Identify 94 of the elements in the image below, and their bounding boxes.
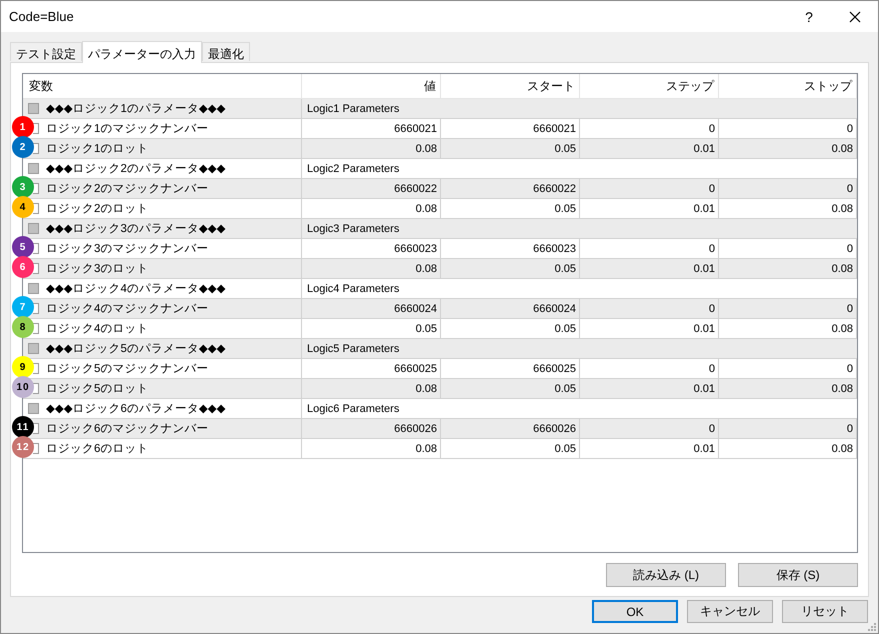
table-cell[interactable]: 0.08	[302, 439, 441, 459]
table-cell[interactable]: 0.05	[441, 379, 580, 399]
parameter-name: ロジック1のマジックナンバー	[46, 122, 208, 136]
parameter-name: ロジック1のロット	[46, 142, 148, 156]
checkbox[interactable]	[33, 443, 39, 454]
number-badge: 6	[12, 256, 34, 278]
table-cell[interactable]: 0.01	[580, 439, 719, 459]
parameter-name: ロジック6のロット	[46, 442, 148, 456]
table-cell[interactable]: 0.05	[441, 139, 580, 159]
table-cell[interactable]: 0.01	[580, 139, 719, 159]
table-cell[interactable]: 0.08	[719, 139, 857, 159]
checkbox[interactable]	[33, 423, 39, 434]
table-cell[interactable]: 0	[719, 299, 857, 319]
group-name: ◆◆◆ロジック4のパラメータ◆◆◆	[46, 282, 226, 296]
number-badge: 9	[12, 356, 34, 378]
parameter-name: ロジック4のロット	[46, 322, 148, 336]
table-cell[interactable]: 0.01	[580, 379, 719, 399]
checkbox[interactable]	[33, 323, 39, 334]
parameter-name: ロジック2のマジックナンバー	[46, 182, 208, 196]
parameter-name: ロジック6のマジックナンバー	[46, 422, 208, 436]
table-cell: Logic5 Parameters	[307, 342, 400, 354]
checkbox[interactable]	[33, 383, 39, 394]
table-cell[interactable]: 0.08	[302, 379, 441, 399]
number-badge: 2	[12, 136, 34, 158]
resize-grip-icon[interactable]	[867, 622, 877, 632]
table-cell: Logic6 Parameters	[307, 402, 400, 414]
table-cell: Logic1 Parameters	[307, 102, 400, 114]
dialog-button[interactable]: リセット	[782, 600, 868, 623]
group-name: ◆◆◆ロジック2のパラメータ◆◆◆	[46, 162, 226, 176]
table-cell[interactable]: 0	[719, 419, 857, 439]
help-button[interactable]: ?	[786, 8, 832, 24]
table-cell[interactable]: 0.08	[719, 439, 857, 459]
checkbox[interactable]	[33, 203, 39, 214]
parameter-name: ロジック2のロット	[46, 202, 148, 216]
table-cell[interactable]: 0	[719, 179, 857, 199]
table-cell[interactable]: 6660026	[302, 419, 441, 439]
parameter-name: ロジック3のマジックナンバー	[46, 242, 208, 256]
number-badge: 7	[12, 296, 34, 318]
tab[interactable]: テスト設定	[10, 42, 82, 61]
number-badge: 8	[12, 316, 34, 338]
table-cell: Logic3 Parameters	[307, 222, 400, 234]
table-cell[interactable]: 0.08	[719, 259, 857, 279]
table-cell[interactable]: 6660024	[302, 299, 441, 319]
number-badge: 12	[12, 436, 34, 458]
table-cell[interactable]: 0.08	[719, 379, 857, 399]
table-cell[interactable]: 0	[580, 299, 719, 319]
checkbox[interactable]	[33, 263, 39, 274]
table-cell[interactable]: 0.01	[580, 259, 719, 279]
tab[interactable]: パラメーターの入力	[82, 41, 202, 63]
checkbox[interactable]	[33, 303, 39, 314]
dialog-button[interactable]: キャンセル	[687, 600, 773, 623]
checkbox[interactable]	[33, 123, 39, 134]
table-cell[interactable]: 6660026	[441, 419, 580, 439]
table-cell[interactable]: 6660024	[441, 299, 580, 319]
group-name: ◆◆◆ロジック6のパラメータ◆◆◆	[46, 402, 226, 416]
parameter-name: ロジック4のマジックナンバー	[46, 302, 208, 316]
checkbox[interactable]	[28, 223, 39, 234]
checkbox[interactable]	[33, 243, 39, 254]
group-name: ◆◆◆ロジック5のパラメータ◆◆◆	[46, 342, 226, 356]
table-cell[interactable]: 0.08	[302, 259, 441, 279]
checkbox[interactable]	[33, 183, 39, 194]
checkbox[interactable]	[28, 403, 39, 414]
checkbox[interactable]	[28, 103, 39, 114]
table-cell[interactable]: 6660022	[302, 179, 441, 199]
parameter-name: ロジック3のロット	[46, 262, 148, 276]
number-badge: 5	[12, 236, 34, 258]
table-cell: Logic2 Parameters	[307, 162, 400, 174]
checkbox[interactable]	[33, 363, 39, 374]
number-badge: 11	[12, 416, 34, 438]
dialog-button[interactable]: OK	[592, 600, 678, 623]
panel-button[interactable]: 保存 (S)	[738, 563, 858, 587]
table-cell[interactable]: 0.05	[441, 439, 580, 459]
checkbox[interactable]	[28, 343, 39, 354]
checkbox[interactable]	[33, 143, 39, 154]
table-cell[interactable]: 0	[580, 419, 719, 439]
number-badge: 3	[12, 176, 34, 198]
table-cell[interactable]: 0	[580, 179, 719, 199]
number-badge: 1	[12, 116, 34, 138]
number-badge: 4	[12, 196, 34, 218]
group-name: ◆◆◆ロジック3のパラメータ◆◆◆	[46, 222, 226, 236]
window-title: Code=Blue	[9, 9, 75, 24]
parameter-name: ロジック5のマジックナンバー	[46, 362, 208, 376]
tab[interactable]: 最適化	[202, 42, 250, 61]
number-badge: 10	[12, 376, 34, 398]
table-cell[interactable]: 0.05	[441, 259, 580, 279]
parameter-name: ロジック5のロット	[46, 382, 148, 396]
close-icon	[849, 10, 861, 22]
checkbox[interactable]	[28, 163, 39, 174]
table-cell: Logic4 Parameters	[307, 282, 400, 294]
checkbox[interactable]	[28, 283, 39, 294]
group-name: ◆◆◆ロジック1のパラメータ◆◆◆	[46, 102, 226, 116]
table-cell[interactable]: 6660022	[441, 179, 580, 199]
panel-button[interactable]: 読み込み (L)	[606, 563, 726, 587]
table-cell[interactable]: 0.08	[302, 139, 441, 159]
